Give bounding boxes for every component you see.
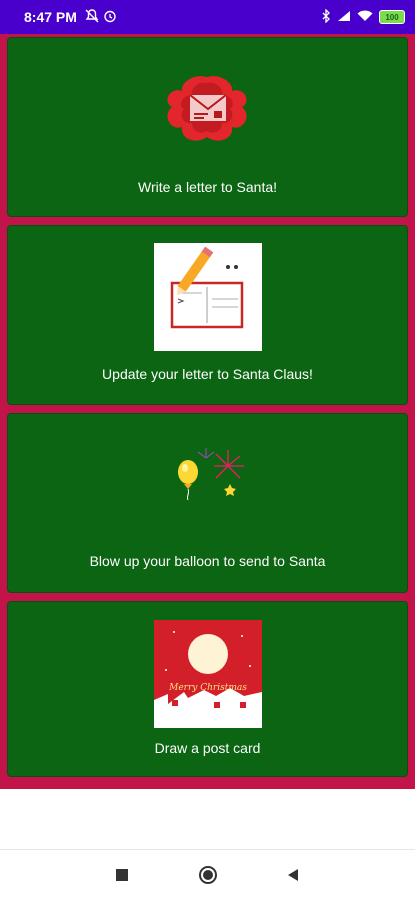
merry-christmas-postcard-image: Merry Christmas — [154, 620, 262, 728]
status-time: 8:47 PM — [24, 9, 77, 25]
recent-apps-button[interactable] — [110, 863, 134, 887]
mute-icon — [85, 8, 99, 26]
status-right: 100 — [321, 7, 405, 26]
card-label: Write a letter to Santa! — [137, 179, 278, 195]
card-update-letter[interactable]: Update your letter to Santa Claus! — [7, 225, 408, 405]
nav-divider — [0, 849, 415, 850]
main-content: Write a letter to Santa! Update your let… — [0, 34, 415, 789]
alarm-icon — [103, 9, 117, 26]
card-write-letter[interactable]: Write a letter to Santa! — [7, 37, 408, 217]
postcard-pencil-icon — [154, 243, 262, 351]
card-postcard[interactable]: Merry Christmas Draw a post card — [7, 601, 408, 777]
balloon-fireworks-icon — [166, 444, 252, 501]
battery-icon: 100 — [379, 10, 405, 24]
wifi-icon — [357, 9, 373, 25]
signal-icon — [337, 9, 351, 25]
envelope-icon — [160, 73, 254, 145]
card-label: Blow up your balloon to send to Santa — [89, 553, 326, 569]
back-button[interactable] — [281, 863, 305, 887]
postcard-greeting-text: Merry Christmas — [168, 683, 247, 693]
square-icon — [116, 869, 128, 881]
card-label: Draw a post card — [154, 740, 261, 756]
status-bar: 8:47 PM 100 — [0, 0, 415, 34]
card-balloon[interactable]: Blow up your balloon to send to Santa — [7, 413, 408, 593]
bluetooth-icon — [321, 7, 331, 26]
card-label: Update your letter to Santa Claus! — [102, 366, 313, 382]
home-button[interactable] — [196, 863, 220, 887]
triangle-back-icon — [288, 869, 298, 881]
circle-icon — [199, 866, 217, 884]
